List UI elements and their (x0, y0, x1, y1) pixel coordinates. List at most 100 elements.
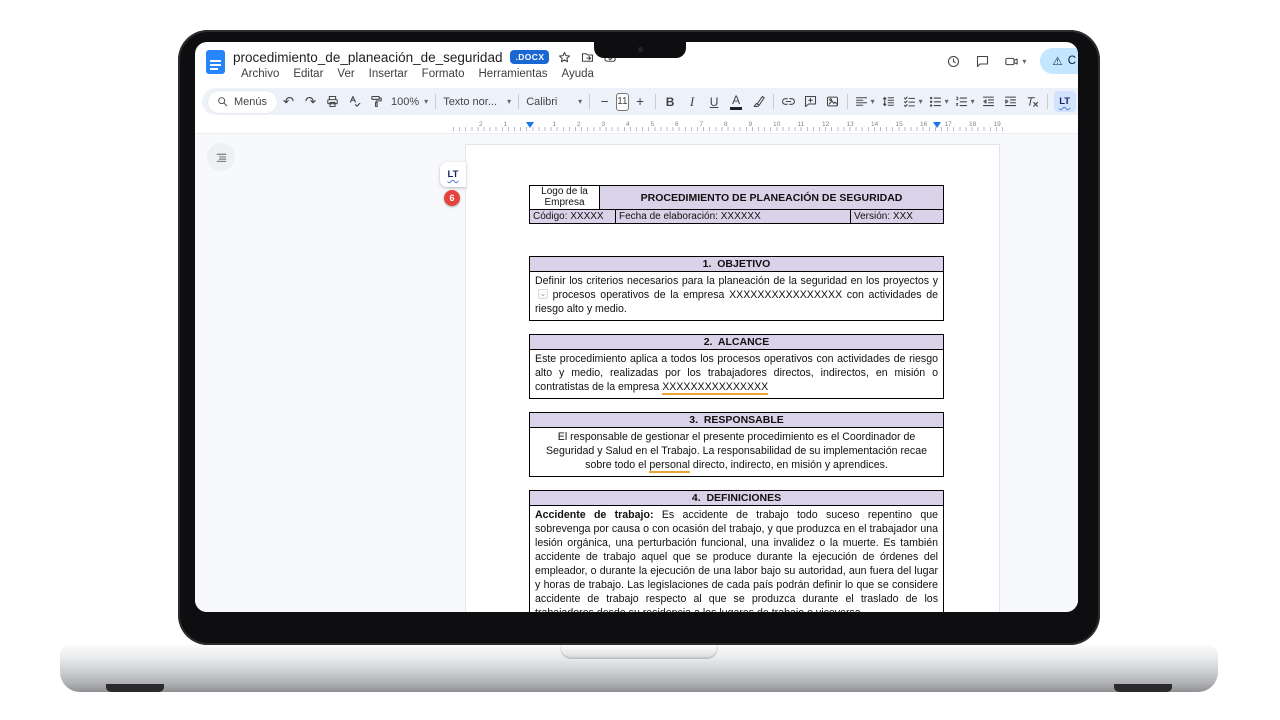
meet-presence-button[interactable]: ▾ (1004, 54, 1026, 69)
macbook-display: procedimiento_de_planeación_de_seguridad… (195, 42, 1078, 612)
font-family-select[interactable]: Calibri▾ (523, 91, 585, 113)
highlight-color-button[interactable] (748, 91, 769, 113)
google-docs-logo-icon[interactable] (206, 50, 225, 74)
menu-herramientas[interactable]: Herramientas (479, 68, 548, 80)
chevron-down-icon: ▾ (507, 97, 511, 106)
add-comment-button[interactable] (800, 91, 821, 113)
increase-indent-button[interactable] (1000, 91, 1021, 113)
doc-text-run: directo, indirecto, en misión y aprendic… (690, 459, 888, 471)
menus-search-label: Menús (234, 96, 267, 108)
share-button[interactable]: ⚠ C (1040, 48, 1078, 74)
right-indent-marker[interactable] (933, 122, 941, 128)
doc-text-run: Definir los criterios necesarios para la… (535, 275, 938, 287)
languagetool-icon: LT (448, 169, 459, 180)
inline-suggestion-marker[interactable]: ⌄ (538, 289, 548, 299)
comment-add-icon (803, 94, 818, 109)
chevron-down-icon: ▾ (578, 97, 582, 106)
warning-icon: ⚠ (1052, 54, 1062, 68)
align-button[interactable]: ▾ (852, 91, 877, 113)
highlighter-icon (751, 94, 766, 109)
link-icon (781, 94, 796, 109)
clear-formatting-button[interactable] (1022, 91, 1043, 113)
toolbar-divider (1047, 94, 1048, 109)
move-folder-icon[interactable] (580, 50, 595, 65)
ruler-number: 6 (675, 121, 679, 128)
paragraph-style-select[interactable]: Texto nor...▾ (440, 91, 514, 113)
ruler-number: 10 (773, 121, 780, 128)
paint-format-button[interactable] (366, 91, 387, 113)
doc-section: 4. DEFINICIONESAccidente de trabajo: Es … (529, 490, 944, 612)
text-color-button[interactable]: A (726, 91, 747, 113)
ruler-number: 17 (945, 121, 952, 128)
numbered-list-button[interactable]: ▾ (952, 91, 977, 113)
show-outline-button[interactable] (207, 143, 235, 171)
menu-archivo[interactable]: Archivo (241, 68, 279, 80)
version-history-icon[interactable] (946, 54, 961, 69)
indent-icon (1003, 94, 1018, 109)
lid-opening-notch (560, 645, 718, 659)
ruler-number: 1 (553, 121, 557, 128)
document-page[interactable]: Logo de la Empresa PROCEDIMIENTO DE PLAN… (465, 144, 1000, 612)
laptop-frame: procedimiento_de_planeación_de_seguridad… (0, 0, 1280, 720)
print-button[interactable] (322, 91, 343, 113)
ruler-number: 9 (749, 121, 753, 128)
menu-insertar[interactable]: Insertar (369, 68, 408, 80)
document-title[interactable]: procedimiento_de_planeación_de_seguridad (233, 50, 502, 65)
bold-button[interactable]: B (660, 91, 681, 113)
decrease-font-size-button[interactable]: − (594, 91, 615, 113)
insert-image-button[interactable] (822, 91, 843, 113)
menu-formato[interactable]: Formato (422, 68, 465, 80)
menu-ayuda[interactable]: Ayuda (562, 68, 594, 80)
zoom-select[interactable]: 100%▾ (388, 91, 431, 113)
ruler-number: 2 (479, 121, 483, 128)
ruler-number: 2 (577, 121, 581, 128)
comments-icon[interactable] (975, 54, 990, 69)
toolbar-divider (589, 94, 590, 109)
section-heading: 4. DEFINICIONES (529, 490, 944, 506)
menus-search-button[interactable]: Menús (208, 91, 277, 113)
spelling-check-button[interactable] (344, 91, 365, 113)
paint-roller-icon (369, 94, 384, 109)
languagetool-toolbar-button[interactable]: LT (1052, 91, 1078, 113)
printer-icon (325, 94, 340, 109)
italic-button[interactable]: I (682, 91, 703, 113)
search-icon (216, 95, 229, 108)
laptop-foot (1114, 684, 1172, 692)
checklist-button[interactable]: ▾ (900, 91, 925, 113)
star-icon[interactable] (557, 50, 572, 65)
video-camera-icon (1004, 54, 1019, 69)
menu-ver[interactable]: Ver (337, 68, 354, 80)
section-body[interactable]: El responsable de gestionar el presente … (529, 428, 944, 477)
toolbar-divider (773, 94, 774, 109)
line-spacing-button[interactable] (878, 91, 899, 113)
laptop-base (60, 645, 1218, 692)
camera-notch (594, 42, 686, 58)
doc-sections: 1. OBJETIVO Definir los criterios necesar… (529, 256, 942, 612)
undo-button[interactable]: ↶ (278, 91, 299, 113)
horizontal-ruler[interactable]: 2112345678910111213141516171819 (195, 120, 1078, 134)
ruler-number: 15 (896, 121, 903, 128)
redo-button[interactable]: ↷ (300, 91, 321, 113)
spellcheck-icon (347, 94, 362, 109)
underline-button[interactable]: U (704, 91, 725, 113)
suggestion-underlined-text: XXXXXXXXXXXXXXX (662, 381, 768, 395)
bulleted-list-button[interactable]: ▾ (926, 91, 951, 113)
left-indent-marker[interactable] (526, 122, 534, 128)
menu-editar[interactable]: Editar (293, 68, 323, 80)
suggestion-underlined-text: personal (649, 459, 690, 473)
languagetool-floating-widget[interactable]: LT (440, 162, 466, 187)
decrease-indent-button[interactable] (978, 91, 999, 113)
numbered-list-icon (954, 94, 969, 109)
chevron-down-icon: ▾ (1022, 57, 1026, 66)
section-body[interactable]: Este procedimiento aplica a todos los pr… (529, 350, 944, 399)
codigo-cell: Código: XXXXX (530, 210, 616, 223)
section-body[interactable]: Definir los criterios necesarios para la… (529, 272, 944, 321)
align-left-icon (854, 94, 869, 109)
increase-font-size-button[interactable]: + (630, 91, 651, 113)
font-size-input[interactable]: 11 (616, 93, 628, 111)
section-body[interactable]: Accidente de trabajo: Es accidente de tr… (529, 506, 944, 612)
section-heading: 1. OBJETIVO (529, 256, 944, 272)
insert-link-button[interactable] (778, 91, 799, 113)
ruler-number: 12 (822, 121, 829, 128)
languagetool-error-count-badge[interactable]: 6 (444, 190, 460, 206)
